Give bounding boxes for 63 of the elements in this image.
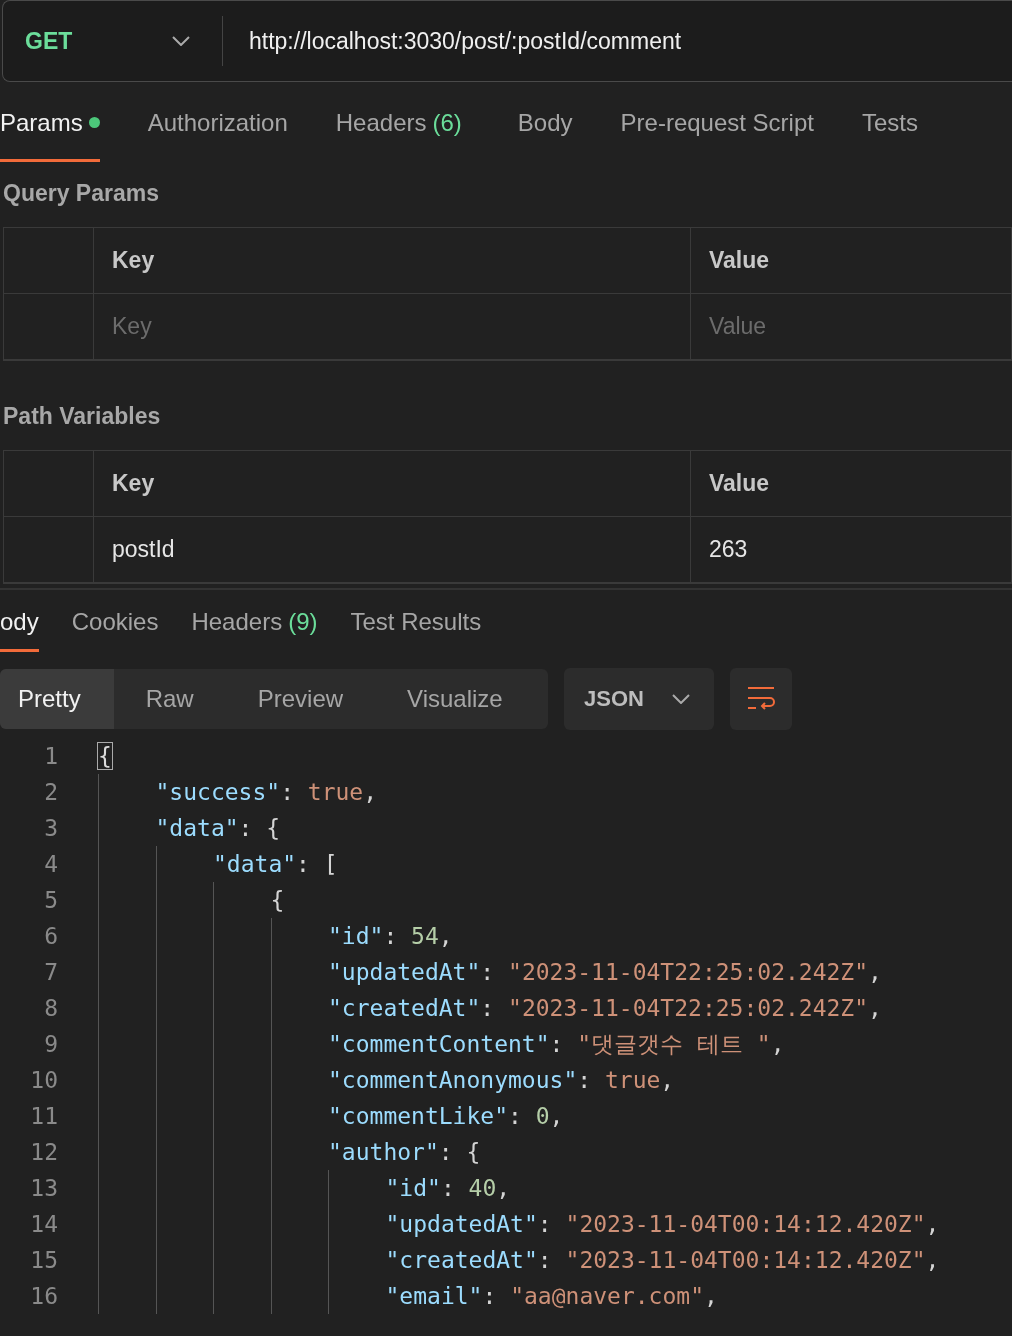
chevron-down-icon <box>172 36 190 46</box>
code-line: "id": 40, <box>385 1175 511 1201</box>
response-tab[interactable]: ody <box>0 590 39 652</box>
code-line: "commentContent": "댓글갯수 테트 ", <box>328 1029 785 1059</box>
line-number: 15 <box>29 1247 58 1273</box>
line-number: 14 <box>29 1211 58 1237</box>
column-header: Value <box>691 451 1012 517</box>
line-number: 13 <box>29 1175 58 1201</box>
code-line: { <box>270 887 285 913</box>
code-line: "createdAt": "2023-11-04T00:14:12.420Z", <box>385 1247 940 1273</box>
code-line: "success": true, <box>155 779 378 805</box>
code-line: { <box>98 743 112 769</box>
code-line: "data": { <box>155 815 281 841</box>
line-number: 16 <box>29 1283 58 1309</box>
request-tab[interactable]: Body <box>517 82 573 162</box>
line-number: 3 <box>43 815 58 841</box>
line-number: 8 <box>43 995 58 1021</box>
response-tab[interactable]: Cookies <box>71 590 159 652</box>
table-cell: postId <box>94 517 691 583</box>
format-dropdown[interactable]: JSON <box>564 668 714 730</box>
response-tab[interactable]: Headers (9) <box>191 590 318 652</box>
column-header: Key <box>94 228 691 294</box>
view-mode-tab[interactable]: Visualize <box>375 669 535 729</box>
view-mode-tab[interactable]: Preview <box>225 669 376 729</box>
code-line: "commentLike": 0, <box>328 1103 564 1129</box>
code-line: "email": "aa@naver.com", <box>385 1283 718 1309</box>
line-number: 6 <box>43 923 58 949</box>
line-number: 1 <box>43 743 58 769</box>
line-number: 10 <box>29 1067 58 1093</box>
column-header: Value <box>691 228 1012 294</box>
request-tab[interactable]: Tests <box>861 82 918 162</box>
view-mode-tab[interactable]: Pretty <box>0 669 114 729</box>
section-title: Path Variables <box>2 402 162 431</box>
code-line: "createdAt": "2023-11-04T22:25:02.242Z", <box>328 995 882 1021</box>
request-tab[interactable]: Headers (6) <box>335 82 462 162</box>
code-line: "id": 54, <box>328 923 453 949</box>
wrap-lines-button[interactable] <box>730 668 792 730</box>
code-line: "data": [ <box>213 851 338 877</box>
code-line: "commentAnonymous": true, <box>328 1067 675 1093</box>
line-number: 4 <box>43 851 58 877</box>
method-dropdown[interactable]: GET <box>3 16 223 66</box>
line-number: 2 <box>43 779 58 805</box>
code-line: "updatedAt": "2023-11-04T00:14:12.420Z", <box>385 1211 940 1237</box>
response-tab[interactable]: Test Results <box>350 590 482 652</box>
request-tab[interactable]: Pre-request Script <box>620 82 814 162</box>
request-tab[interactable]: Params <box>0 82 100 162</box>
view-mode-tab[interactable]: Raw <box>113 669 226 729</box>
line-number: 12 <box>29 1139 58 1165</box>
chevron-down-icon <box>672 694 690 704</box>
line-number: 11 <box>29 1103 58 1129</box>
table-cell: 263 <box>691 517 1012 583</box>
code-line: "updatedAt": "2023-11-04T22:25:02.242Z", <box>328 959 882 985</box>
line-number: 7 <box>43 959 58 985</box>
line-number: 9 <box>43 1031 58 1057</box>
tab-count: (6) <box>432 108 462 137</box>
line-number: 5 <box>43 887 58 913</box>
wrap-lines-icon <box>746 686 776 712</box>
section-title: Query Params <box>2 179 160 208</box>
url-field[interactable]: http://localhost:3030/post/:postId/comment <box>223 27 682 55</box>
column-header: Key <box>94 451 691 517</box>
code-line: "author": { <box>328 1139 481 1165</box>
tab-count: (9) <box>288 607 318 636</box>
request-tab[interactable]: Authorization <box>147 82 288 162</box>
